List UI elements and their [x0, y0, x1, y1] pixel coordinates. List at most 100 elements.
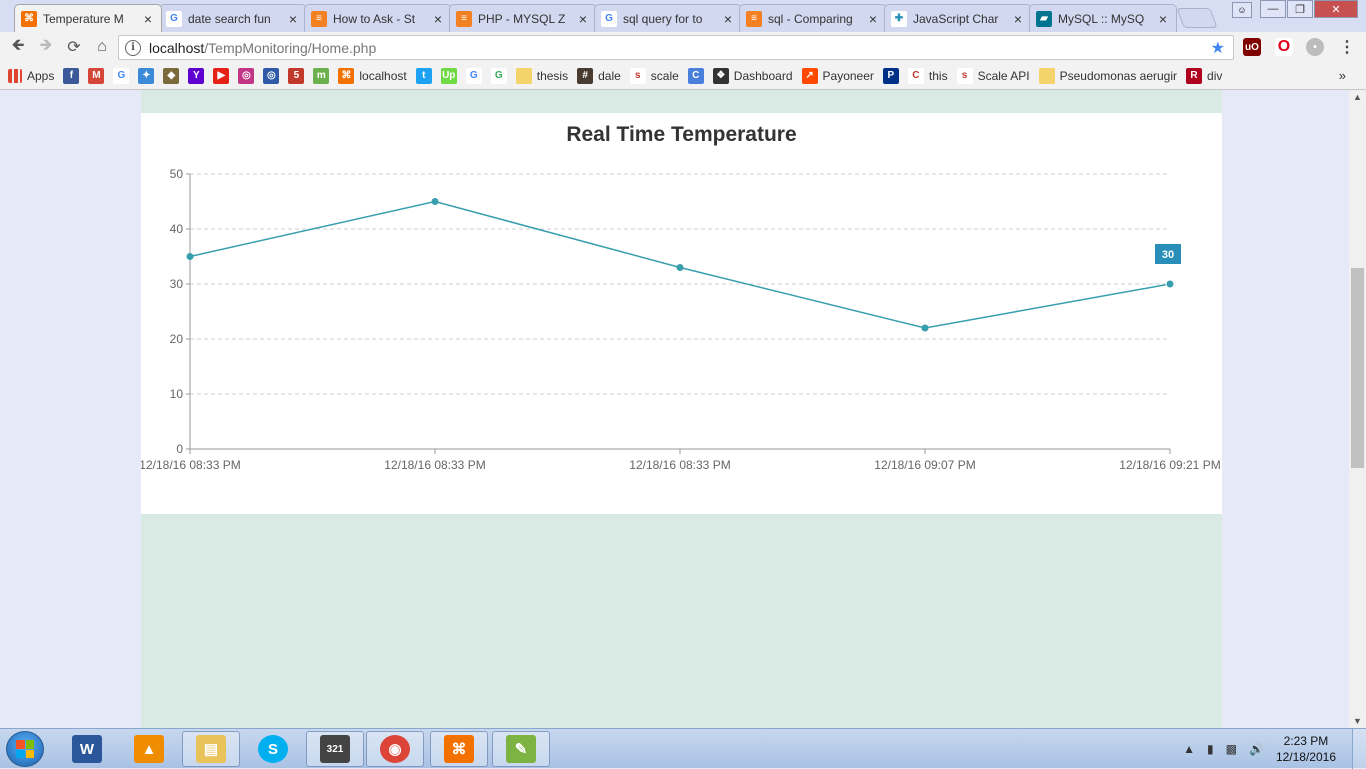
profile-icon[interactable]: ☺	[1232, 2, 1252, 18]
tab-7[interactable]: ▰ MySQL :: MySQ ×	[1029, 4, 1177, 32]
reload-button[interactable]: ⟳	[60, 34, 88, 60]
bookmark-label: Scale API	[977, 68, 1030, 83]
data-point	[186, 253, 194, 260]
menu-icon[interactable]: ⋮	[1338, 38, 1356, 56]
scroll-up-icon[interactable]: ▲	[1353, 92, 1362, 102]
bookmark-19[interactable]: s scale	[629, 67, 679, 84]
bookmark-18[interactable]: # dale	[577, 67, 621, 84]
bookmark-27[interactable]: Rdiv	[1186, 67, 1222, 84]
google-icon: G	[113, 67, 130, 84]
bookmark-26[interactable]: Pseudomonas aerugir	[1038, 67, 1177, 84]
bookmark-6[interactable]: Y	[188, 67, 205, 84]
taskbar-notepad-plus[interactable]: ✎	[492, 731, 550, 767]
google-icon: G	[601, 10, 617, 27]
network-icon[interactable]: ▩	[1226, 742, 1237, 756]
bookmark-22[interactable]: ↗ Payoneer	[801, 67, 874, 84]
vertical-scrollbar[interactable]: ▲ ▼	[1349, 90, 1366, 728]
bookmark-14[interactable]: Up	[440, 67, 457, 84]
maximize-button[interactable]: ❐	[1287, 0, 1313, 18]
bookmark-4[interactable]: ✦	[138, 67, 155, 84]
tab-5[interactable]: ≡ sql - Comparing ×	[739, 4, 887, 32]
taskbar-chrome[interactable]: ◉	[366, 731, 424, 767]
tab-close-icon[interactable]: ×	[866, 11, 880, 27]
bookmark-23[interactable]: P	[882, 67, 899, 84]
tab-close-icon[interactable]: ×	[286, 11, 300, 27]
bookmark-11[interactable]: m	[313, 67, 330, 84]
home-button[interactable]: ⌂	[88, 34, 116, 60]
taskbar-skype[interactable]: S	[244, 731, 302, 767]
tab-close-icon[interactable]: ×	[576, 11, 590, 27]
bookmark-1[interactable]: f	[63, 67, 80, 84]
bookmark-12[interactable]: ⌘ localhost	[338, 67, 407, 84]
forward-button[interactable]: 🡺	[32, 34, 60, 60]
close-window-button[interactable]: ✕	[1314, 0, 1358, 18]
taskbar-explorer[interactable]: ▤	[182, 731, 240, 767]
hash-icon: #	[577, 67, 594, 84]
clock-date: 12/18/2016	[1275, 750, 1336, 764]
taskbar-word[interactable]: W	[58, 731, 116, 767]
bookmark-label: scale	[650, 68, 679, 83]
bookmark-0[interactable]: Apps	[8, 68, 55, 83]
scroll-thumb[interactable]	[1351, 268, 1364, 468]
address-bar[interactable]: i localhost/TempMonitoring/Home.php ★	[118, 35, 1234, 60]
bookmark-15[interactable]: G	[465, 67, 482, 84]
taskbar-vlc[interactable]: ▲	[120, 731, 178, 767]
bookmark-16[interactable]: G	[490, 67, 507, 84]
stackoverflow-icon: ≡	[746, 10, 762, 27]
y-tick-label: 30	[170, 277, 184, 291]
tab-4[interactable]: Gsql query for to ×	[594, 4, 742, 32]
bookmark-13[interactable]: t	[415, 67, 432, 84]
tab-close-icon[interactable]: ×	[1156, 11, 1170, 27]
x-tick-label: 12/18/16 08:33 PM	[629, 458, 730, 472]
windows-logo-icon	[16, 740, 34, 758]
bookmark-5[interactable]: ◆	[163, 67, 180, 84]
tab-title: Temperature M	[43, 11, 124, 26]
clock[interactable]: 2:23 PM 12/18/2016	[1276, 733, 1336, 765]
x-tick-label: 12/18/16 08:33 PM	[384, 458, 485, 472]
site-info-icon[interactable]: i	[125, 39, 141, 56]
opera-icon[interactable]: O	[1275, 38, 1293, 56]
tab-1[interactable]: Gdate search fun ×	[159, 4, 307, 32]
battery-icon[interactable]: ▮	[1207, 742, 1214, 756]
mpc-icon: 321	[320, 735, 350, 763]
folder-icon	[515, 67, 532, 84]
start-button[interactable]	[6, 731, 44, 767]
bookmarks-overflow-button[interactable]: »	[1339, 68, 1346, 83]
tab-close-icon[interactable]: ×	[141, 11, 155, 27]
back-button[interactable]: 🡸	[4, 34, 32, 60]
tab-2[interactable]: ≡ How to Ask - St ×	[304, 4, 452, 32]
ublock-icon[interactable]: uO	[1243, 38, 1261, 56]
taskbar-xampp[interactable]: ⌘	[430, 731, 488, 767]
tab-close-icon[interactable]: ×	[431, 11, 445, 27]
extension-icon[interactable]: •	[1306, 38, 1324, 56]
bookmark-17[interactable]: thesis	[515, 67, 569, 84]
bookmark-8[interactable]: ◎	[238, 67, 255, 84]
minimize-button[interactable]: —	[1260, 0, 1286, 18]
xampp-icon: ⌘	[21, 10, 37, 27]
volume-icon[interactable]: 🔊	[1249, 742, 1264, 756]
bookmark-3[interactable]: G	[113, 67, 130, 84]
tab-6[interactable]: ✚ JavaScript Char ×	[884, 4, 1032, 32]
bookmark-24[interactable]: Cthis	[907, 67, 948, 84]
scroll-down-icon[interactable]: ▼	[1353, 716, 1362, 726]
new-tab-button[interactable]	[1176, 8, 1218, 28]
bookmark-20[interactable]: C	[687, 67, 704, 84]
taskbar-media-player[interactable]: 321	[306, 731, 364, 767]
bookmark-star-icon[interactable]: ★	[1211, 38, 1225, 58]
bookmark-label: Apps	[27, 68, 55, 83]
tab-close-icon[interactable]: ×	[1011, 11, 1025, 27]
tab-0[interactable]: ⌘ Temperature M ×	[14, 4, 162, 32]
bookmark-7[interactable]: ▶	[213, 67, 230, 84]
bookmark-21[interactable]: ❖ Dashboard	[712, 67, 793, 84]
bookmark-25[interactable]: s Scale API	[956, 67, 1030, 84]
tab-close-icon[interactable]: ×	[721, 11, 735, 27]
tray-arrow-icon[interactable]: ▲	[1183, 742, 1195, 756]
tab-3[interactable]: ≡ PHP - MYSQL Z ×	[449, 4, 597, 32]
gmail-icon: M	[88, 67, 105, 84]
bookmark-9[interactable]: ◎	[263, 67, 280, 84]
show-desktop-button[interactable]	[1352, 729, 1366, 769]
bookmark-2[interactable]: M	[88, 67, 105, 84]
bookmark-10[interactable]: 5	[288, 67, 305, 84]
paypal-icon: P	[882, 67, 899, 84]
bookmark-label: thesis	[536, 68, 569, 83]
